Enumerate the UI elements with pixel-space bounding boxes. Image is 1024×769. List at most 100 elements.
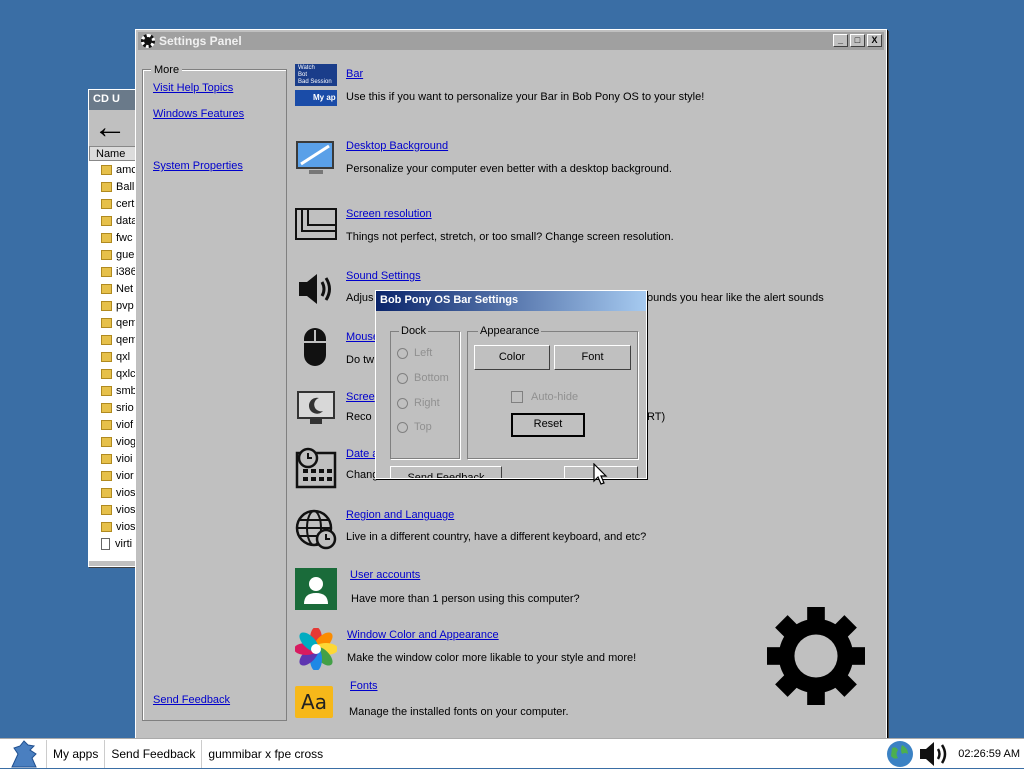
screen-resolution-description: Things not perfect, stretch, or too smal… bbox=[346, 231, 674, 243]
fonts-link[interactable]: Fonts bbox=[350, 680, 378, 692]
folder-icon bbox=[101, 283, 112, 294]
color-wheel-icon[interactable] bbox=[295, 628, 337, 670]
speaker-icon[interactable] bbox=[295, 268, 337, 310]
calendar-clock-icon[interactable] bbox=[295, 447, 337, 489]
window-color-description: Make the window color more likable to yo… bbox=[347, 652, 637, 664]
dialog-title: Bob Pony OS Bar Settings bbox=[380, 294, 519, 306]
mouse-cursor-icon bbox=[593, 463, 608, 485]
close-button[interactable]: X bbox=[867, 34, 882, 47]
pony-logo-icon bbox=[11, 739, 37, 767]
bar-link[interactable]: Bar bbox=[346, 68, 363, 80]
autohide-checkbox[interactable]: Auto-hide bbox=[511, 391, 578, 403]
dock-legend: Dock bbox=[399, 325, 429, 337]
dock-left-radio[interactable]: Left bbox=[397, 347, 432, 359]
folder-icon bbox=[101, 385, 112, 396]
user-icon[interactable] bbox=[295, 568, 337, 610]
file-icon bbox=[101, 537, 110, 550]
folder-icon bbox=[101, 164, 112, 175]
folder-icon bbox=[101, 470, 112, 481]
network-globe-icon[interactable] bbox=[886, 740, 914, 768]
folder-icon bbox=[101, 402, 112, 413]
screensaver-link[interactable]: Scree bbox=[346, 391, 375, 403]
windows-features-link[interactable]: Windows Features bbox=[153, 108, 244, 120]
radio-circle bbox=[397, 372, 408, 384]
screen-resolution-link[interactable]: Screen resolution bbox=[346, 208, 432, 220]
radio-circle bbox=[397, 421, 408, 433]
screensaver-icon[interactable] bbox=[295, 389, 337, 431]
checkbox-box bbox=[511, 391, 523, 403]
user-accounts-description: Have more than 1 person using this compu… bbox=[351, 593, 580, 605]
settings-gear-icon bbox=[767, 607, 865, 705]
sound-settings-link[interactable]: Sound Settings bbox=[346, 270, 421, 282]
volume-icon[interactable] bbox=[918, 740, 952, 768]
sidebar-legend: More bbox=[151, 64, 183, 76]
dock-bottom-radio[interactable]: Bottom bbox=[397, 372, 449, 384]
folder-icon bbox=[101, 266, 112, 277]
folder-icon bbox=[101, 487, 112, 498]
date-time-link[interactable]: Date a bbox=[346, 448, 378, 460]
desktop-background-link[interactable]: Desktop Background bbox=[346, 140, 448, 152]
folder-icon bbox=[101, 181, 112, 192]
folder-icon bbox=[101, 317, 112, 328]
color-button[interactable]: Color bbox=[474, 345, 550, 370]
date-time-description: Chang bbox=[346, 469, 379, 481]
dialog-titlebar[interactable]: Bob Pony OS Bar Settings bbox=[376, 291, 646, 311]
screensaver-description: Reco bbox=[346, 411, 372, 423]
folder-icon bbox=[101, 334, 112, 345]
desktop-background-icon[interactable] bbox=[295, 138, 337, 180]
fonts-description: Manage the installed fonts on your compu… bbox=[349, 706, 569, 718]
settings-panel-titlebar[interactable]: Settings Panel _ □ X bbox=[138, 32, 884, 50]
folder-icon bbox=[101, 232, 112, 243]
start-button[interactable] bbox=[0, 739, 47, 768]
screen-resolution-icon[interactable] bbox=[295, 205, 337, 247]
clock[interactable]: 02:26:59 AM bbox=[956, 748, 1020, 760]
taskbar: My apps Send Feedback gummibar x fpe cro… bbox=[0, 738, 1024, 768]
window-title: Settings Panel bbox=[159, 34, 242, 48]
radio-circle bbox=[397, 397, 408, 409]
taskbar-send-feedback[interactable]: Send Feedback bbox=[105, 739, 203, 768]
bar-settings-dialog: Bob Pony OS Bar Settings Dock Left Botto… bbox=[375, 290, 647, 479]
folder-icon bbox=[101, 249, 112, 260]
region-language-link[interactable]: Region and Language bbox=[346, 509, 454, 521]
dock-top-radio[interactable]: Top bbox=[397, 421, 432, 433]
sound-settings-description: Adjus bbox=[346, 292, 374, 304]
visit-help-topics-link[interactable]: Visit Help Topics bbox=[153, 82, 233, 94]
folder-icon bbox=[101, 436, 112, 447]
folder-icon bbox=[101, 198, 112, 209]
region-language-description: Live in a different country, have a diff… bbox=[346, 531, 647, 543]
folder-icon bbox=[101, 419, 112, 430]
minimize-button[interactable]: _ bbox=[833, 34, 848, 47]
taskbar-now-playing[interactable]: gummibar x fpe cross bbox=[202, 740, 329, 768]
appearance-group: Appearance Color Font Auto-hide Reset bbox=[467, 325, 638, 459]
folder-icon bbox=[101, 368, 112, 379]
folder-icon bbox=[101, 351, 112, 362]
user-accounts-link[interactable]: User accounts bbox=[350, 569, 420, 581]
system-properties-link[interactable]: System Properties bbox=[153, 160, 243, 172]
appearance-legend: Appearance bbox=[478, 325, 542, 337]
cd-window-title: CD U bbox=[93, 93, 120, 105]
folder-icon bbox=[101, 215, 112, 226]
folder-icon bbox=[101, 453, 112, 464]
screensaver-description-tail: RT) bbox=[647, 411, 666, 423]
reset-button[interactable]: Reset bbox=[511, 413, 585, 437]
system-tray: 02:26:59 AM bbox=[886, 739, 1024, 769]
folder-icon bbox=[101, 300, 112, 311]
bar-description: Use this if you want to personalize your… bbox=[346, 91, 705, 103]
window-color-link[interactable]: Window Color and Appearance bbox=[347, 629, 499, 641]
fonts-icon[interactable]: Aa bbox=[295, 686, 333, 718]
sound-settings-description-tail: ounds you hear like the alert sounds bbox=[647, 292, 824, 304]
dialog-send-feedback-button[interactable]: Send Feedback bbox=[390, 466, 502, 478]
taskbar-my-apps[interactable]: My apps bbox=[47, 739, 106, 768]
maximize-button[interactable]: □ bbox=[850, 34, 865, 47]
bar-icon[interactable]: Watch Bot Bad Session My ap bbox=[295, 64, 337, 106]
sidebar-send-feedback-link[interactable]: Send Feedback bbox=[153, 694, 230, 706]
globe-clock-icon[interactable] bbox=[295, 508, 337, 550]
more-sidebar: More Visit Help Topics Windows Features … bbox=[142, 64, 287, 721]
folder-icon bbox=[101, 504, 112, 515]
dock-group: Dock Left Bottom Right Top bbox=[390, 325, 460, 459]
radio-circle bbox=[397, 347, 408, 359]
dock-right-radio[interactable]: Right bbox=[397, 397, 440, 409]
mouse-icon[interactable] bbox=[295, 326, 337, 368]
folder-icon bbox=[101, 521, 112, 532]
font-button[interactable]: Font bbox=[554, 345, 631, 370]
